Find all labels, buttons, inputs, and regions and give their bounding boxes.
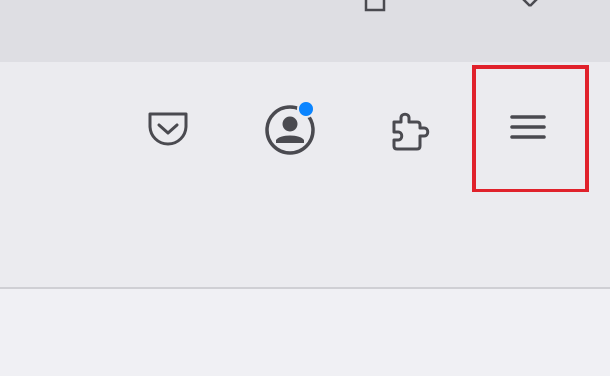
extensions-button[interactable] — [378, 96, 442, 160]
navigation-toolbar — [0, 62, 610, 192]
account-button[interactable] — [258, 96, 322, 160]
pocket-icon — [148, 112, 188, 146]
puzzle-icon — [392, 112, 430, 151]
open-application-menu-button[interactable] — [496, 96, 560, 160]
notification-badge — [297, 100, 315, 118]
close-window-button[interactable] — [510, 0, 550, 14]
restore-icon — [364, 0, 386, 12]
page-content-area — [0, 289, 610, 376]
restore-window-button[interactable] — [362, 0, 392, 14]
close-icon — [522, 0, 538, 7]
pocket-button[interactable] — [136, 96, 200, 160]
browser-window — [0, 0, 610, 376]
hamburger-menu-icon — [510, 115, 546, 139]
account-icon — [265, 100, 315, 155]
title-bar — [0, 0, 610, 62]
toolbar-lower-area — [0, 192, 610, 288]
